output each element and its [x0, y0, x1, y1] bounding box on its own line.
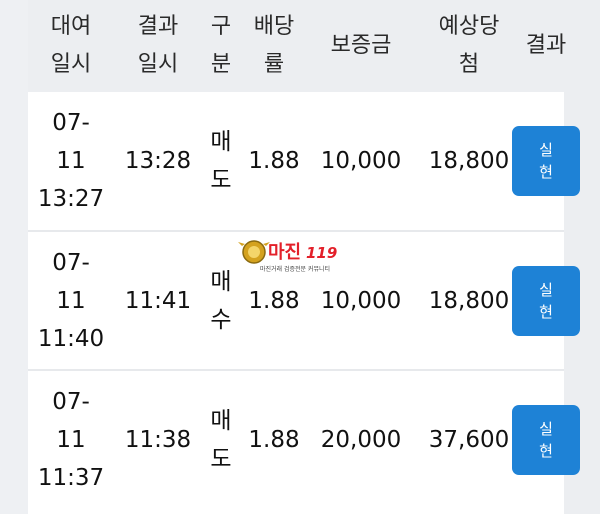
stake-cell: 10,000: [308, 92, 414, 230]
order-date-part1: 07-: [52, 110, 90, 136]
watermark-number: 119: [306, 244, 337, 262]
header-result-time-line2: 일시: [137, 52, 179, 77]
result-button-line1: 실: [539, 141, 553, 159]
result-realized-button[interactable]: 실 현: [512, 126, 580, 196]
result-time-value: 11:38: [124, 427, 192, 453]
result-realized-button[interactable]: 실 현: [512, 405, 580, 475]
odds-value: 1.88: [248, 427, 300, 453]
stake-value: 10,000: [320, 287, 402, 314]
trade-type-line1: 매: [210, 268, 232, 295]
order-date-part2: 11: [56, 427, 86, 453]
result-button-line1: 실: [539, 420, 553, 438]
header-type-line1: 구: [210, 14, 232, 39]
emblem-icon: [238, 240, 270, 264]
trade-type-cell: 매 도: [202, 92, 240, 230]
payout-value: 37,600: [428, 427, 510, 453]
order-time-value: 13:27: [37, 186, 105, 212]
left-gutter: [0, 0, 28, 514]
header-type-line2: 분: [210, 52, 232, 77]
stake-value: 10,000: [320, 148, 402, 174]
order-time-cell: 07- 11 11:40: [28, 232, 114, 369]
payout-value: 18,800: [428, 287, 510, 314]
odds-cell: 1.88: [240, 371, 308, 509]
header-payout-line2: 첨: [458, 52, 480, 77]
header-order-time-line1: 대여: [50, 14, 92, 39]
result-time-cell: 11:41: [114, 232, 202, 369]
header-type: 구 분: [202, 0, 240, 92]
stake-cell: 20,000: [308, 371, 414, 509]
trade-type-line2: 도: [210, 446, 232, 472]
header-result-line1: 결과: [525, 33, 567, 58]
table-header: 대여 일시 결과 일시 구 분 배당 률 보증금 예상당 첨 결과: [28, 0, 566, 92]
trade-type-line1: 매: [210, 129, 232, 155]
header-result-time: 결과 일시: [114, 0, 202, 92]
result-realized-button[interactable]: 실 현: [512, 266, 580, 336]
order-date-part2: 11: [56, 148, 86, 174]
trade-type-cell: 매 도: [202, 371, 240, 509]
trade-type-line2: 수: [210, 306, 232, 333]
header-order-time: 대여 일시: [28, 0, 114, 92]
result-time-cell: 11:38: [114, 371, 202, 509]
result-time-value: 13:28: [124, 148, 192, 174]
watermark-title: 마진: [268, 242, 301, 263]
result-button-line2: 현: [539, 163, 553, 181]
stake-value: 20,000: [320, 427, 402, 453]
header-odds-line1: 배당: [253, 14, 295, 39]
order-date-part1: 07-: [52, 389, 90, 415]
header-order-time-line2: 일시: [50, 52, 92, 77]
payout-value: 18,800: [428, 148, 510, 174]
order-date-part2: 11: [56, 287, 86, 314]
header-odds-line2: 률: [263, 52, 285, 77]
header-result: 결과: [508, 0, 584, 92]
order-time-cell: 07- 11 13:27: [28, 92, 114, 230]
result-button-line2: 현: [539, 303, 553, 321]
next-row-edge: [28, 509, 564, 514]
order-time-value: 11:40: [37, 325, 105, 352]
order-time-value: 11:37: [37, 465, 105, 491]
table-row: 07- 11 11:37 11:38 매 도 1.88 20,000 37,60…: [28, 371, 580, 511]
trade-type-cell: 매 수: [202, 232, 240, 369]
table-row: 07- 11 13:27 13:28 매 도 1.88 10,000 18,80…: [28, 92, 580, 232]
watermark-logo: 마진 119 마진거래 검증전문 커뮤니티: [238, 240, 337, 273]
result-button-line1: 실: [539, 281, 553, 299]
order-date-part1: 07-: [52, 249, 90, 276]
result-button-line2: 현: [539, 442, 553, 460]
header-payout-line1: 예상당: [438, 14, 500, 39]
odds-value: 1.88: [248, 287, 300, 314]
header-stake: 보증금: [308, 0, 414, 92]
header-stake-line1: 보증금: [330, 33, 392, 58]
odds-cell: 1.88: [240, 92, 308, 230]
trade-type-line2: 도: [210, 167, 232, 193]
payout-cell: 18,800: [414, 92, 524, 230]
result-time-cell: 13:28: [114, 92, 202, 230]
header-result-time-line1: 결과: [137, 14, 179, 39]
header-odds: 배당 률: [240, 0, 308, 92]
watermark-tagline: 마진거래 검증전문 커뮤니티: [260, 265, 330, 273]
payout-cell: 18,800: [414, 232, 524, 369]
odds-value: 1.88: [248, 148, 300, 174]
trade-type-line1: 매: [210, 408, 232, 434]
result-time-value: 11:41: [124, 287, 192, 314]
payout-cell: 37,600: [414, 371, 524, 509]
order-time-cell: 07- 11 11:37: [28, 371, 114, 509]
